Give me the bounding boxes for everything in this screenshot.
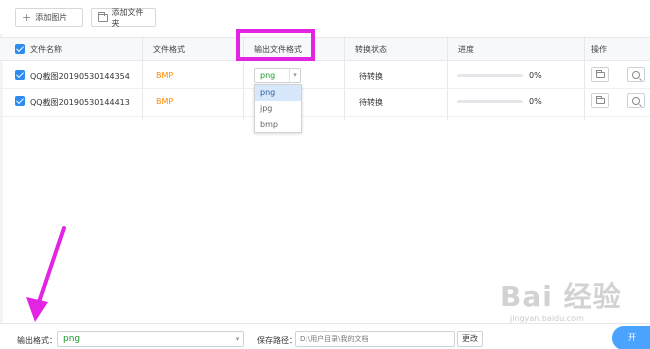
output-format-value: png <box>260 71 276 80</box>
chevron-down-icon: ▾ <box>235 335 240 343</box>
preview-button[interactable] <box>627 93 645 108</box>
baidu-watermark: Bai 经验 <box>500 280 622 313</box>
table-header <box>0 37 650 61</box>
convert-status: 待转换 <box>359 72 383 81</box>
search-icon <box>632 96 640 105</box>
chevron-down-icon: ▾ <box>289 69 300 82</box>
folder-icon <box>595 69 605 78</box>
dropdown-option-bmp[interactable]: bmp <box>255 117 301 133</box>
preview-button[interactable] <box>627 67 645 82</box>
progress-bar <box>457 100 523 103</box>
output-format-select[interactable]: png ▾ <box>254 68 301 83</box>
folder-icon <box>98 11 108 22</box>
file-name: QQ截图20190530144354 <box>30 72 130 81</box>
header-file-name: 文件名称 <box>30 45 62 54</box>
add-folder-label: 添加文件夹 <box>111 7 144 28</box>
convert-status: 待转换 <box>359 98 383 107</box>
progress-text: 0% <box>529 71 542 80</box>
table-row: QQ截图20190530144413 BMP 待转换 0% <box>0 89 650 117</box>
row-checkbox[interactable] <box>15 96 25 106</box>
change-path-button[interactable]: 更改 <box>457 331 483 347</box>
global-output-format-select[interactable]: png ▾ <box>57 331 244 347</box>
table-row: QQ截图20190530144354 BMP png ▾ 待转换 0% <box>0 61 650 89</box>
annotation-highlight-box <box>236 29 315 61</box>
global-output-format-value: png <box>63 334 81 344</box>
file-name: QQ截图20190530144413 <box>30 98 130 107</box>
add-image-button[interactable]: + 添加图片 <box>15 8 83 27</box>
header-file-format: 文件格式 <box>153 45 185 54</box>
plus-icon: + <box>22 11 32 24</box>
add-image-label: 添加图片 <box>35 13 68 22</box>
select-all-checkbox[interactable] <box>15 44 25 54</box>
start-convert-button[interactable]: 开 <box>612 326 650 349</box>
file-format: BMP <box>156 71 174 80</box>
dropdown-option-png[interactable]: png <box>255 85 301 101</box>
add-folder-button[interactable]: 添加文件夹 <box>91 7 156 28</box>
open-folder-button[interactable] <box>591 93 609 108</box>
header-convert-status: 转换状态 <box>355 45 387 54</box>
toolbar: + 添加图片 添加文件夹 <box>0 0 650 34</box>
dropdown-option-jpg[interactable]: jpg <box>255 101 301 117</box>
save-path-label: 保存路径： <box>257 336 297 345</box>
progress-bar <box>457 74 523 77</box>
progress-text: 0% <box>529 97 542 106</box>
search-icon <box>632 70 640 79</box>
header-actions: 操作 <box>591 45 607 54</box>
file-format: BMP <box>156 97 174 106</box>
folder-icon <box>595 95 605 104</box>
format-dropdown-list: png jpg bmp <box>254 84 302 133</box>
watermark-url: jingyan.baidu.com <box>510 314 584 323</box>
open-folder-button[interactable] <box>591 67 609 82</box>
header-progress: 进度 <box>458 45 474 54</box>
output-format-label: 输出格式： <box>17 336 57 345</box>
row-checkbox[interactable] <box>15 70 25 80</box>
save-path-input[interactable]: D:\用户目录\我的文档 <box>295 331 455 347</box>
